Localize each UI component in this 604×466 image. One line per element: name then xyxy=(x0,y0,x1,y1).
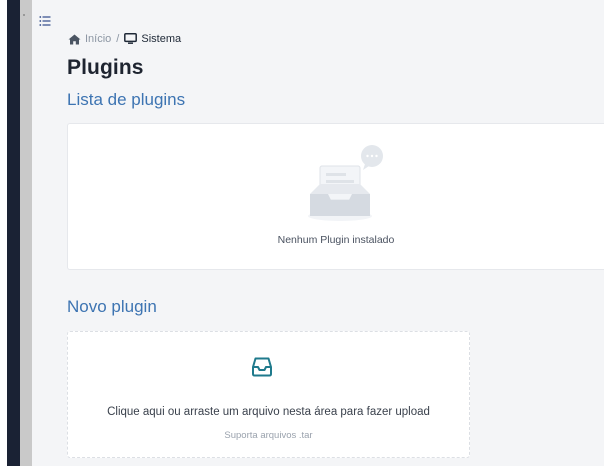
scrollbar-track[interactable] xyxy=(20,0,32,466)
empty-inbox-illustration xyxy=(302,144,392,228)
upload-instructions: Clique aqui ou arraste um arquivo nesta … xyxy=(107,406,430,418)
new-plugin-title: Novo plugin xyxy=(67,297,157,316)
inbox-tray-icon xyxy=(250,355,274,379)
monitor-icon xyxy=(124,33,138,45)
breadcrumb: Início / Sistema xyxy=(68,31,181,47)
breadcrumb-home-label: Início xyxy=(85,33,112,45)
list-menu-icon[interactable] xyxy=(39,14,51,26)
breadcrumb-current: Sistema xyxy=(124,33,181,45)
home-icon xyxy=(68,34,81,45)
page-title: Plugins xyxy=(67,56,144,79)
empty-state-text: Nenhum Plugin instalado xyxy=(277,234,395,246)
scrollbar-marker xyxy=(23,14,25,16)
plugins-list-title: Lista de plugins xyxy=(67,90,186,109)
breadcrumb-home[interactable]: Início xyxy=(68,33,111,45)
sidebar-collapsed xyxy=(7,0,20,466)
window-edge xyxy=(0,0,7,466)
upload-file-hint: Suporta arquivos .tar xyxy=(224,430,313,441)
breadcrumb-current-label: Sistema xyxy=(141,33,182,45)
main-content: Início / Sistema Plugins Lista de plugin… xyxy=(32,0,604,466)
breadcrumb-separator: / xyxy=(116,33,120,45)
plugins-list-card: Nenhum Plugin instalado xyxy=(67,123,604,270)
upload-dropzone[interactable]: Clique aqui ou arraste um arquivo nesta … xyxy=(67,331,470,458)
